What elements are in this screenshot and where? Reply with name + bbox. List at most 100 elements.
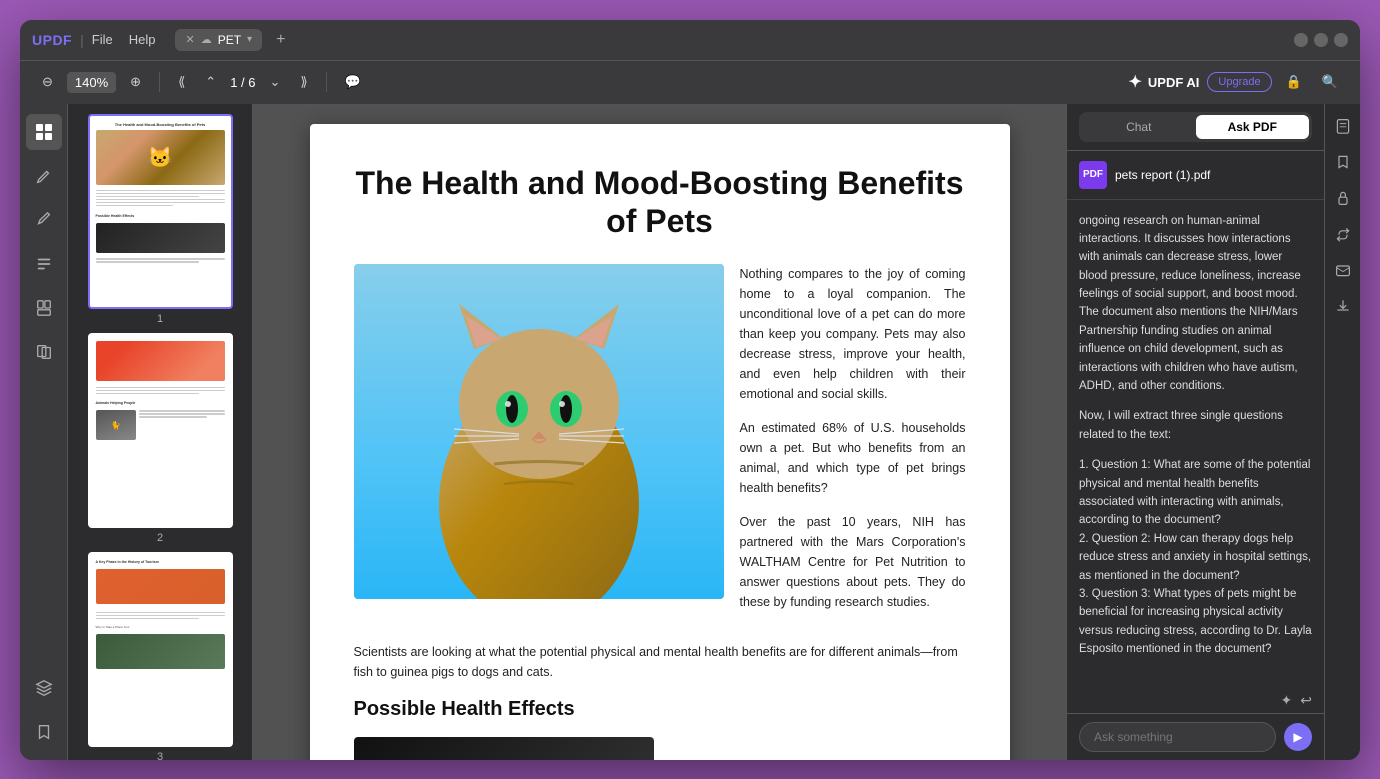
sidebar-bookmark-button[interactable]: [26, 714, 62, 750]
pdf-paragraph-2: An estimated 68% of U.S. households own …: [740, 418, 966, 498]
prev-page-button[interactable]: ⌃: [199, 70, 222, 94]
ai-message-2-text: Now, I will extract three single questio…: [1079, 410, 1283, 440]
minimize-button[interactable]: −: [1294, 33, 1308, 47]
pdf-bottom-content: [354, 737, 966, 759]
right-email-icon[interactable]: [1329, 256, 1357, 284]
tab-chat[interactable]: Chat: [1082, 115, 1196, 139]
comment-icon: 💬: [345, 74, 361, 90]
thumb-line: [139, 410, 225, 412]
right-share-icon[interactable]: [1329, 220, 1357, 248]
right-download-icon[interactable]: [1329, 292, 1357, 320]
title-bar: UPDF | File Help ✕ ☁ PET ▾ + − □ ✕: [20, 20, 1360, 60]
right-lock-icon[interactable]: [1329, 184, 1357, 212]
thumb-line: [96, 387, 225, 389]
ai-send-button[interactable]: ▶: [1284, 723, 1312, 751]
right-page-icon[interactable]: [1329, 112, 1357, 140]
sidebar-organize-button[interactable]: [26, 290, 62, 326]
ai-file-name: pets report (1).pdf: [1115, 168, 1210, 182]
thumb-text-page2: [96, 387, 225, 395]
next-page-button[interactable]: ⌄: [264, 70, 287, 94]
thumb-line: [96, 193, 225, 195]
thumb-page-num-3: 3: [157, 751, 163, 760]
thumb-line: [96, 196, 199, 198]
thumb-tourism-img: [96, 569, 225, 604]
sidebar-annotate-button[interactable]: [26, 202, 62, 238]
thumb-page-2[interactable]: Animals Helping People 🐈: [88, 333, 233, 528]
window-controls: − □ ✕: [1294, 33, 1348, 47]
ai-label-text: UPDF AI: [1148, 75, 1200, 90]
thumbnail-page-2[interactable]: Animals Helping People 🐈 2: [78, 333, 242, 544]
thumb-page-1[interactable]: The Health and Mood-Boosting Benefits of…: [88, 114, 233, 309]
thumb-line: [96, 202, 225, 204]
ai-file-header: PDF pets report (1).pdf: [1067, 151, 1324, 200]
sidebar-layers-button[interactable]: [26, 670, 62, 706]
ai-chat-content: ongoing research on human-animal interac…: [1067, 200, 1324, 688]
tab-ask-pdf[interactable]: Ask PDF: [1196, 115, 1310, 139]
thumb-line: [96, 199, 225, 201]
lock-button[interactable]: 🔒: [1280, 70, 1308, 94]
tab-pet[interactable]: ✕ ☁ PET ▾: [175, 29, 262, 51]
thumb-line: [96, 390, 225, 392]
pdf-text-column: Nothing compares to the joy of coming ho…: [740, 264, 966, 626]
zoom-in-button[interactable]: ⊕: [124, 70, 147, 94]
close-button[interactable]: ✕: [1334, 33, 1348, 47]
thumb-page-3[interactable]: A Key Phase in the History of Tourism Wh…: [88, 552, 233, 747]
thumb-cat-image-1: 🐱: [96, 130, 225, 185]
thumb-line: [139, 413, 225, 415]
zoom-level-display[interactable]: 140%: [67, 72, 116, 93]
first-page-icon: ⟪: [178, 74, 185, 90]
thumb-text-col: [139, 410, 225, 440]
thumb-eiffel-img: [96, 634, 225, 669]
thumbnail-page-3[interactable]: A Key Phase in the History of Tourism Wh…: [78, 552, 242, 760]
thumb-cat-icon: 🐱: [96, 130, 225, 185]
left-sidebar: [20, 104, 68, 760]
ai-input[interactable]: [1079, 722, 1276, 752]
first-page-button[interactable]: ⟪: [172, 70, 191, 94]
sidebar-convert-button[interactable]: [26, 334, 62, 370]
comment-button[interactable]: 💬: [339, 70, 367, 94]
maximize-button[interactable]: □: [1314, 33, 1328, 47]
title-bar-right: − □ ✕: [1294, 33, 1348, 47]
tab-cloud-icon: ☁: [201, 33, 212, 46]
toolbar-right: ✦ UPDF AI Upgrade 🔒 🔍: [1128, 70, 1344, 94]
help-menu[interactable]: Help: [129, 32, 156, 47]
sidebar-edit-button[interactable]: [26, 158, 62, 194]
thumb-section-title: Possible Health Effects: [96, 214, 135, 218]
ai-questions-text: 1. Question 1: What are some of the pote…: [1079, 459, 1312, 655]
pdf-page-title: The Health and Mood-Boosting Benefits of…: [354, 164, 966, 241]
zoom-out-icon: ⊖: [42, 74, 53, 90]
pdf-viewer[interactable]: The Health and Mood-Boosting Benefits of…: [253, 104, 1066, 760]
thumb-health-section: Possible Health Effects: [96, 211, 225, 218]
tab-close-icon[interactable]: ✕: [185, 33, 194, 46]
add-tab-button[interactable]: +: [276, 31, 285, 49]
thumb-line: [96, 205, 173, 207]
pdf-scientists-text: Scientists are looking at what the poten…: [354, 642, 966, 682]
pdf-cat-image: [354, 264, 724, 599]
thumb-line: [96, 615, 225, 617]
ai-action-icon-1[interactable]: ✦: [1281, 692, 1293, 709]
file-menu[interactable]: File: [92, 32, 113, 47]
thumb-red-img: [96, 341, 225, 381]
toolbar-separator-2: [326, 72, 327, 92]
zoom-out-button[interactable]: ⊖: [36, 70, 59, 94]
ai-action-bar: ✦ ↩: [1067, 688, 1324, 713]
pdf-paragraph-3: Over the past 10 years, NIH has partnere…: [740, 512, 966, 612]
thumb-tourism-title: A Key Phase in the History of Tourism: [96, 560, 225, 564]
thumb-line: [96, 190, 225, 192]
main-content: The Health and Mood-Boosting Benefits of…: [20, 104, 1360, 760]
right-bookmark-icon[interactable]: [1329, 148, 1357, 176]
thumbnail-page-1[interactable]: The Health and Mood-Boosting Benefits of…: [78, 114, 242, 325]
ai-input-area: ▶: [1067, 713, 1324, 760]
search-button[interactable]: 🔍: [1316, 70, 1344, 94]
last-page-icon: ⟫: [300, 74, 307, 90]
tab-chevron-icon: ▾: [247, 34, 252, 45]
toolbar: ⊖ 140% ⊕ ⟪ ⌃ 1 / 6 ⌄ ⟫ 💬 ✦ UPDF AI Upgr: [20, 60, 1360, 104]
ai-action-icon-2[interactable]: ↩: [1300, 692, 1312, 709]
ai-questions: 1. Question 1: What are some of the pote…: [1079, 456, 1312, 658]
last-page-button[interactable]: ⟫: [294, 70, 313, 94]
sidebar-forms-button[interactable]: [26, 246, 62, 282]
thumb-text-2: [96, 258, 225, 263]
upgrade-button[interactable]: Upgrade: [1207, 72, 1271, 92]
ai-message-1: ongoing research on human-animal interac…: [1079, 212, 1312, 396]
sidebar-thumbnails-button[interactable]: [26, 114, 62, 150]
